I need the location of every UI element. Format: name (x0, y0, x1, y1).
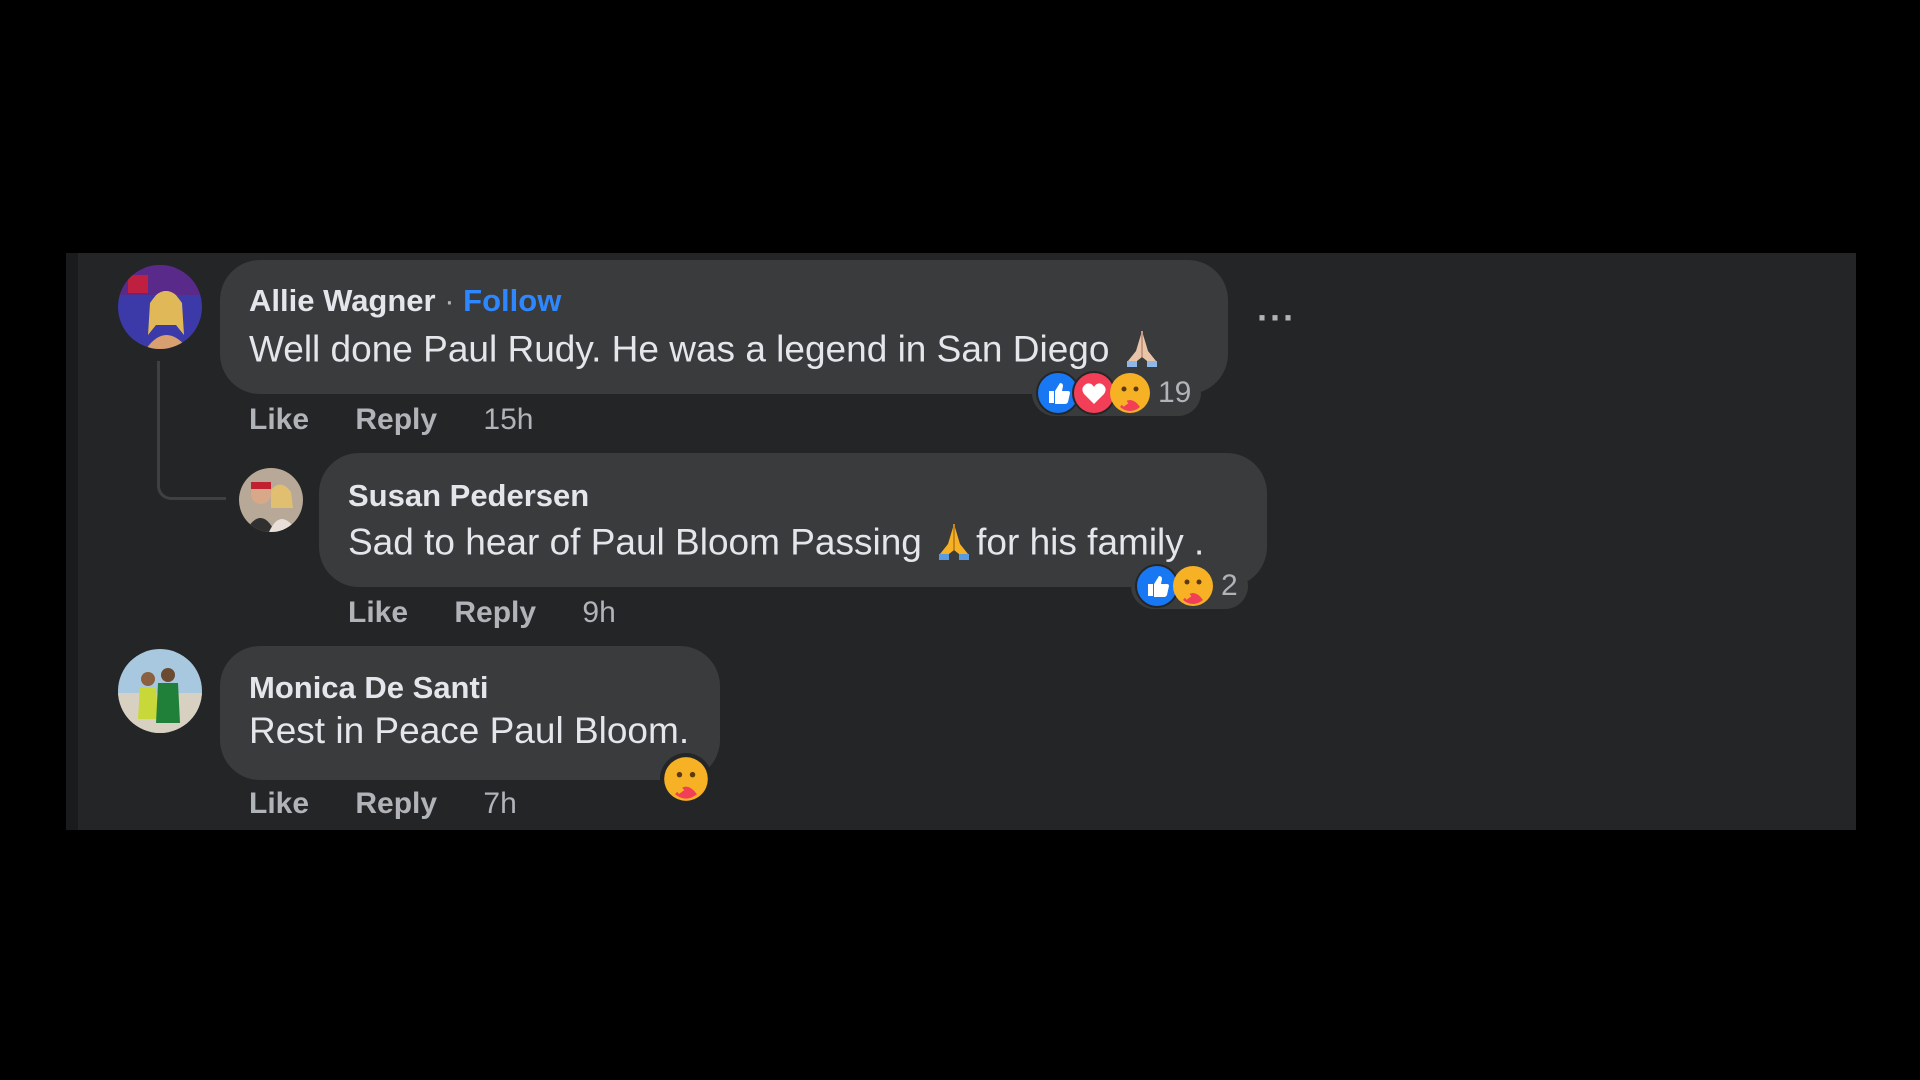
comment-text: Well done Paul Rudy. He was a legend in … (249, 325, 1164, 378)
reaction-summary[interactable]: 19 (1032, 370, 1202, 416)
care-icon (1108, 371, 1152, 415)
comment-actions: Like Reply 15h (249, 403, 533, 437)
avatar-monica-de-santi[interactable] (118, 649, 202, 733)
panel-edge (66, 253, 78, 830)
reply-button[interactable]: Reply (454, 596, 536, 630)
comment-author[interactable]: Allie Wagner (249, 283, 436, 318)
care-icon[interactable] (660, 753, 712, 805)
reaction-count: 2 (1221, 569, 1238, 602)
more-options-icon[interactable]: ··· (1257, 297, 1296, 339)
comment-author[interactable]: Susan Pedersen (348, 478, 589, 514)
comment-actions: Like Reply 9h (348, 596, 616, 630)
reaction-count: 19 (1158, 376, 1192, 409)
comment-timestamp[interactable]: 9h (582, 596, 615, 630)
follow-button[interactable]: Follow (463, 283, 561, 318)
comment-actions: Like Reply 7h (249, 787, 517, 821)
avatar-allie-wagner[interactable] (118, 265, 202, 349)
comment-author[interactable]: Monica De Santi (249, 670, 488, 706)
comments-panel: Allie Wagner · Follow Well done Paul Rud… (66, 253, 1856, 830)
like-button[interactable]: Like (249, 787, 309, 821)
comment-author-line: Allie Wagner · Follow (249, 283, 561, 319)
reply-button[interactable]: Reply (355, 787, 437, 821)
author-separator: · (435, 283, 464, 318)
comment-timestamp[interactable]: 15h (483, 403, 533, 437)
care-icon (1171, 564, 1215, 608)
reply-thread-line (157, 361, 226, 500)
comment-timestamp[interactable]: 7h (483, 787, 516, 821)
like-button[interactable]: Like (348, 596, 408, 630)
folded-hands-icon (932, 518, 976, 571)
comment-text: Rest in Peace Paul Bloom. (249, 710, 690, 751)
reaction-summary[interactable]: 2 (1131, 563, 1248, 609)
avatar-susan-pedersen[interactable] (239, 468, 303, 532)
like-button[interactable]: Like (249, 403, 309, 437)
reply-button[interactable]: Reply (355, 403, 437, 437)
comment-text: Sad to hear of Paul Bloom Passing for hi… (348, 518, 1204, 571)
